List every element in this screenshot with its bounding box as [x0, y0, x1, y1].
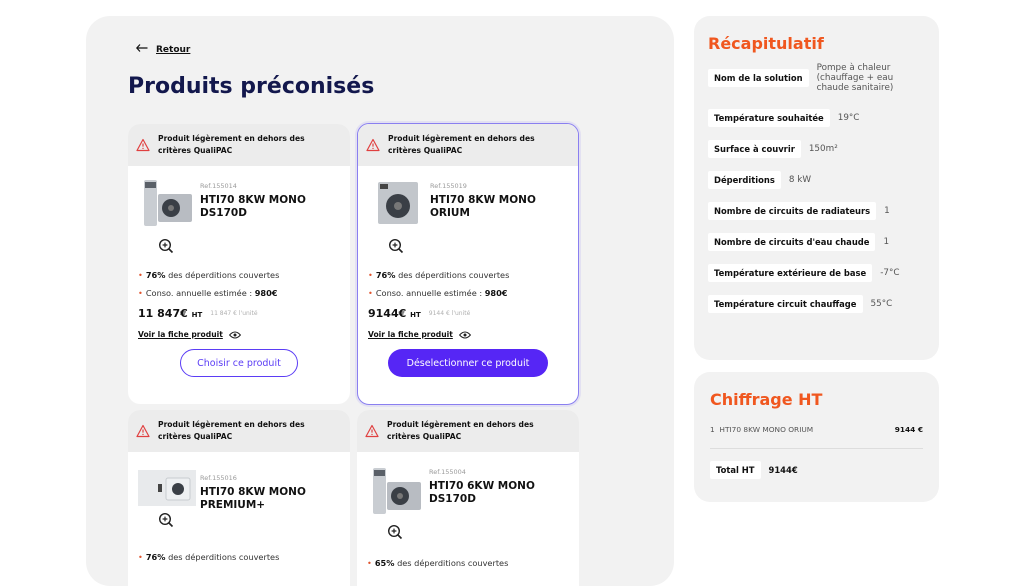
products-panel: Retour Produits préconisés Produit légèr…	[86, 16, 674, 586]
summary-label: Température circuit chauffage	[708, 295, 863, 313]
unit-price: 9144 € l'unité	[428, 309, 471, 317]
summary-value: 150m²	[808, 144, 838, 154]
divider	[710, 448, 923, 449]
warning-text: Produit légèrement en dehors des critère…	[158, 420, 305, 441]
warning-text: Produit légèrement en dehors des critère…	[388, 134, 535, 155]
summary-row: Température extérieure de base -7°C	[708, 264, 927, 282]
warning-icon	[365, 424, 379, 438]
product-image	[378, 182, 418, 224]
product-card: Produit légèrement en dehors des critère…	[128, 124, 350, 404]
product-image	[373, 468, 421, 514]
product-name: HTI70 6KW MONO DS170D	[429, 480, 535, 505]
price-line: 11 847€ HT 11 847 € l'unité	[138, 306, 258, 320]
product-name: HTI70 8KW MONO ORIUM	[430, 194, 536, 219]
summary-value: 1	[883, 237, 890, 247]
product-ref: Ref.155014	[200, 182, 237, 190]
card-warning: Produit légèrement en dehors des critère…	[358, 124, 578, 166]
summary-value: 8 kW	[788, 175, 812, 185]
eye-icon	[458, 331, 471, 338]
product-sheet-link[interactable]: Voir la fiche produit	[128, 330, 350, 339]
warning-icon	[136, 424, 150, 438]
page-title: Produits préconisés	[128, 74, 375, 99]
pricing-amount: 9144 €	[894, 425, 923, 434]
summary-label: Surface à couvrir	[708, 140, 801, 158]
back-label: Retour	[156, 44, 191, 55]
price-value: 11 847€	[138, 306, 188, 320]
pricing-title: Chiffrage HT	[710, 390, 823, 409]
summary-value: 1	[884, 206, 890, 216]
product-name: HTI70 8KW MONO PREMIUM+	[200, 486, 306, 511]
summary-label: Nom de la solution	[708, 69, 809, 87]
card-warning: Produit légèrement en dehors des critère…	[128, 124, 350, 166]
pricing-panel: Chiffrage HT 1 HTI70 8KW MONO ORIUM 9144…	[694, 372, 939, 502]
product-image	[144, 180, 192, 226]
total-value: 9144€	[768, 465, 798, 475]
summary-row: Température souhaitée 19°C	[708, 109, 927, 127]
summary-label: Nombre de circuits d'eau chaude	[708, 233, 876, 251]
arrow-left-icon	[135, 44, 148, 55]
product-card: Produit légèrement en dehors des critère…	[357, 410, 579, 586]
pricing-line: 1 HTI70 8KW MONO ORIUM 9144 €	[710, 425, 923, 434]
total-label: Total HT	[710, 461, 761, 479]
warning-text: Produit légèrement en dehors des critère…	[387, 420, 534, 441]
warning-icon	[136, 138, 150, 152]
card-warning: Produit légèrement en dehors des critère…	[128, 410, 350, 452]
product-ref: Ref.155004	[429, 468, 466, 476]
zoom-in-icon[interactable]	[387, 524, 403, 540]
summary-row: Température circuit chauffage 55°C	[708, 295, 927, 313]
product-card-selected: Produit légèrement en dehors des critère…	[357, 123, 579, 405]
warning-icon	[366, 138, 380, 152]
pricing-total: Total HT 9144€	[710, 461, 923, 479]
price-line: 9144€ HT 9144 € l'unité	[368, 306, 471, 320]
summary-value: 55°C	[870, 299, 893, 309]
unit-price: 11 847 € l'unité	[210, 309, 258, 317]
deselect-product-button[interactable]: Déselectionner ce produit	[388, 349, 548, 377]
zoom-in-icon[interactable]	[158, 512, 174, 528]
conso-line: • Conso. annuelle estimée : 980€	[368, 288, 508, 298]
pricing-item: HTI70 8KW MONO ORIUM	[719, 425, 814, 434]
product-sheet-link[interactable]: Voir la fiche produit	[358, 330, 578, 339]
summary-row: Déperditions 8 kW	[708, 171, 927, 189]
product-name: HTI70 8KW MONO DS170D	[200, 194, 306, 219]
zoom-in-icon[interactable]	[158, 238, 174, 254]
product-ref: Ref.155019	[430, 182, 467, 190]
pricing-qty: 1	[710, 425, 715, 434]
product-ref: Ref.155016	[200, 474, 237, 482]
card-warning: Produit légèrement en dehors des critère…	[357, 410, 579, 452]
summary-label: Température souhaitée	[708, 109, 830, 127]
choose-product-button[interactable]: Choisir ce produit	[180, 349, 298, 377]
coverage-line: • 76% des déperditions couvertes	[138, 270, 280, 280]
summary-value: Pompe à chaleur (chauffage + eau chaude …	[816, 63, 894, 93]
summary-label: Déperditions	[708, 171, 781, 189]
coverage-line: • 76% des déperditions couvertes	[368, 270, 510, 280]
summary-value: -7°C	[880, 268, 900, 278]
price-value: 9144€	[368, 306, 407, 320]
summary-row: Surface à couvrir 150m²	[708, 140, 927, 158]
zoom-in-icon[interactable]	[388, 238, 404, 254]
summary-value: 19°C	[837, 113, 860, 123]
summary-row: Nom de la solution Pompe à chaleur (chau…	[708, 63, 927, 93]
summary-panel: Récapitulatif Nom de la solution Pompe à…	[694, 16, 939, 360]
eye-icon	[228, 331, 241, 338]
summary-row: Nombre de circuits d'eau chaude 1	[708, 233, 927, 251]
summary-row: Nombre de circuits de radiateurs 1	[708, 202, 927, 220]
conso-line: • Conso. annuelle estimée : 980€	[138, 288, 278, 298]
product-card: Produit légèrement en dehors des critère…	[128, 410, 350, 586]
summary-label: Température extérieure de base	[708, 264, 873, 282]
summary-label: Nombre de circuits de radiateurs	[708, 202, 877, 220]
warning-text: Produit légèrement en dehors des critère…	[158, 134, 305, 155]
summary-title: Récapitulatif	[708, 34, 824, 53]
back-link[interactable]: Retour	[135, 44, 191, 55]
